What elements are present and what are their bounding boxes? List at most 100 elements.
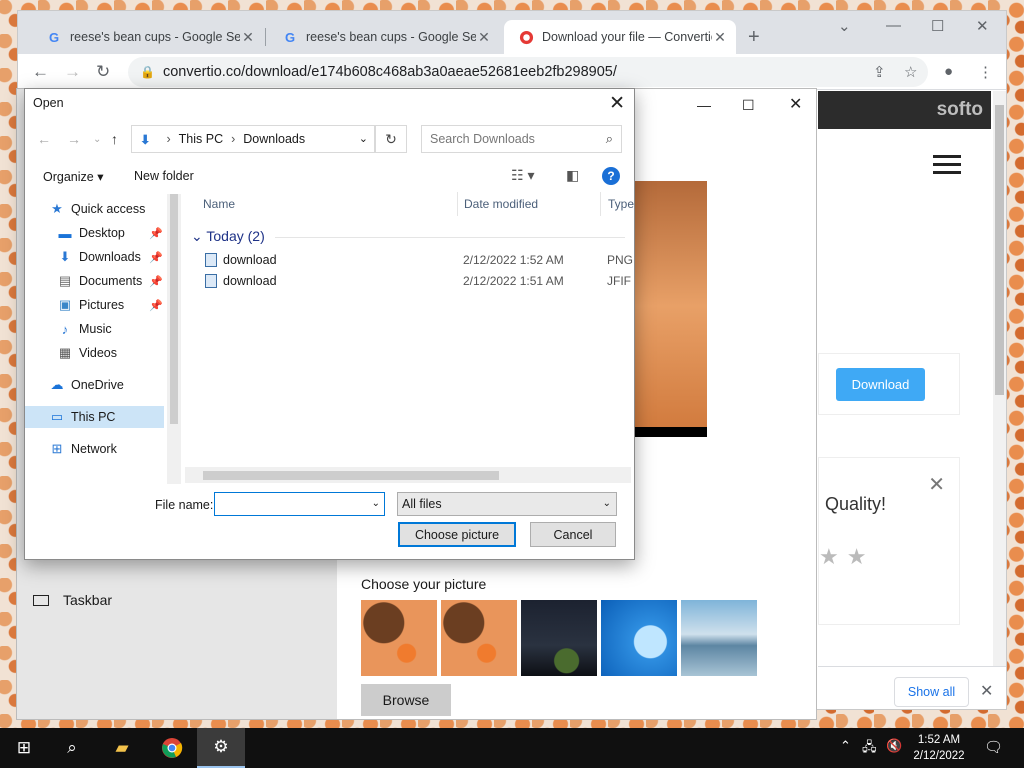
file-explorer-icon[interactable]: ▰ [98, 728, 146, 768]
group-header-today[interactable]: ⌄ Today (2) [191, 228, 265, 245]
sidebar-item-documents[interactable]: ▤ Documents 📌 [57, 270, 163, 292]
close-window-icon[interactable]: ✕ [976, 17, 989, 35]
tab-search-icon[interactable]: ⌄ [838, 17, 851, 35]
picture-thumbnails [361, 600, 757, 676]
sidebar-item-this-pc[interactable]: ▭ This PC [25, 406, 164, 428]
chevron-down-icon[interactable]: ⌄ [372, 498, 380, 509]
close-tab-icon[interactable]: ✕ [476, 29, 492, 45]
volume-muted-icon[interactable]: 🔇 [886, 738, 902, 754]
choose-picture-button[interactable]: Choose picture [398, 522, 516, 547]
view-options-icon[interactable]: ☷ ▾ [511, 167, 534, 184]
file-type-select[interactable]: All files ⌄ [397, 492, 617, 516]
network-icon: ⊞ [51, 441, 63, 456]
column-type[interactable]: Type [608, 192, 634, 216]
picture-thumbnail[interactable] [441, 600, 517, 676]
sidebar-item-videos[interactable]: ▦ Videos [57, 342, 117, 364]
reload-icon[interactable]: ↻ [96, 62, 110, 82]
google-icon: G [284, 29, 296, 45]
chevron-down-icon[interactable]: ⌄ [359, 132, 368, 145]
close-tab-icon[interactable]: ✕ [712, 29, 728, 45]
search-placeholder: Search Downloads [430, 132, 535, 146]
clock-date: 2/12/2022 [913, 750, 965, 762]
sidebar-item-desktop[interactable]: ▬ Desktop 📌 [57, 222, 163, 244]
download-button[interactable]: Download [836, 368, 925, 401]
organize-button[interactable]: Organize ▾ [43, 169, 103, 184]
column-date-modified[interactable]: Date modified [464, 192, 538, 216]
picture-thumbnail[interactable] [521, 600, 597, 676]
help-icon[interactable]: ? [602, 167, 620, 185]
image-file-icon [205, 274, 217, 288]
sidebar-item-music[interactable]: ♪ Music [57, 318, 112, 340]
forward-icon[interactable]: → [64, 62, 81, 82]
chrome-icon[interactable] [148, 728, 196, 768]
recent-locations-icon[interactable]: ⌄ [93, 134, 101, 145]
minimize-icon[interactable]: — [886, 17, 901, 34]
settings-gear-icon[interactable]: ⚙ [197, 728, 245, 768]
system-clock[interactable]: 1:52 AM 2/12/2022 [905, 732, 973, 764]
pictures-icon: ▣ [58, 297, 72, 312]
browser-toolbar: ← → ↻ 🔒 convertio.co/download/e174b608c4… [18, 54, 1006, 90]
bookmark-star-icon[interactable]: ☆ [904, 63, 917, 81]
chevron-down-icon: ⌄ [602, 498, 611, 509]
chevron-up-icon[interactable]: ⌃ [840, 738, 851, 754]
menu-kebab-icon[interactable]: ⋮ [978, 63, 993, 81]
notifications-icon[interactable]: 🗨 [984, 738, 1003, 756]
new-folder-button[interactable]: New folder [134, 169, 194, 183]
close-shelf-icon[interactable]: ✕ [980, 681, 993, 701]
tab-google-search-2[interactable]: G reese's bean cups - Google Sear ✕ [268, 20, 500, 54]
nav-scrollbar[interactable] [167, 194, 181, 484]
picture-thumbnail[interactable] [601, 600, 677, 676]
hamburger-menu-icon[interactable] [933, 155, 961, 175]
close-tab-icon[interactable]: ✕ [240, 29, 256, 45]
sidebar-item-taskbar[interactable]: Taskbar [33, 592, 112, 608]
column-name[interactable]: Name [203, 192, 235, 216]
tab-convertio[interactable]: Download your file — Convertio ✕ [504, 20, 736, 54]
desktop-icon: ▬ [58, 225, 72, 241]
maximize-icon[interactable]: ☐ [931, 17, 944, 35]
new-tab-button[interactable]: + [748, 26, 760, 49]
picture-thumbnail[interactable] [361, 600, 437, 676]
up-folder-icon[interactable]: ↑ [111, 131, 118, 147]
forward-icon[interactable]: → [67, 131, 81, 147]
network-tray-icon[interactable]: 🖧 [862, 738, 877, 760]
profile-icon[interactable]: ● [944, 63, 953, 80]
tab-google-search-1[interactable]: G reese's bean cups - Google Sear ✕ [32, 20, 264, 54]
quality-text: Quality! [825, 494, 887, 514]
maximize-icon[interactable]: ☐ [742, 97, 755, 114]
breadcrumb-item[interactable]: This PC [179, 132, 223, 146]
close-window-icon[interactable]: ✕ [789, 94, 802, 114]
rating-stars[interactable]: ★★ [819, 544, 874, 570]
search-input[interactable]: Search Downloads ⌕ [421, 125, 622, 153]
back-icon[interactable]: ← [37, 131, 51, 147]
minimize-icon[interactable]: — [697, 97, 711, 113]
breadcrumb-item[interactable]: Downloads [243, 132, 305, 146]
list-item[interactable]: download 2/12/2022 1:52 AM PNG [205, 250, 635, 270]
refresh-icon[interactable]: ↻ [375, 125, 407, 153]
brand-logo[interactable]: softo [937, 99, 983, 121]
preview-pane-icon[interactable]: ◧ [566, 167, 579, 184]
file-name-input[interactable]: ⌄ [214, 492, 385, 516]
cloud-icon: ☁ [50, 377, 64, 392]
tab-strip: G reese's bean cups - Google Sear ✕ G re… [18, 11, 1006, 54]
picture-thumbnail[interactable] [681, 600, 757, 676]
lock-icon: 🔒 [140, 65, 155, 79]
close-popup-icon[interactable]: ✕ [928, 472, 945, 497]
cancel-button[interactable]: Cancel [530, 522, 616, 547]
list-item[interactable]: download 2/12/2022 1:51 AM JFIF F [205, 271, 635, 291]
sidebar-item-onedrive[interactable]: ☁ OneDrive [49, 374, 124, 396]
address-bar[interactable]: 🔒 convertio.co/download/e174b608c468ab3a… [128, 57, 928, 87]
sidebar-item-downloads[interactable]: ⬇ Downloads 📌 [57, 246, 163, 268]
share-icon[interactable]: ⇪ [873, 63, 886, 81]
start-icon[interactable]: ⊞ [0, 728, 48, 768]
breadcrumb[interactable]: ⬇ › This PC › Downloads ⌄ [131, 125, 375, 153]
sidebar-item-quick-access[interactable]: ★ Quick access [49, 198, 145, 220]
back-icon[interactable]: ← [32, 62, 49, 82]
search-icon[interactable]: ⌕ [48, 728, 96, 768]
show-all-button[interactable]: Show all [894, 677, 969, 707]
sidebar-item-pictures[interactable]: ▣ Pictures 📌 [57, 294, 163, 316]
sidebar-item-network[interactable]: ⊞ Network [49, 438, 117, 460]
page-scrollbar[interactable] [993, 91, 1006, 666]
close-dialog-icon[interactable]: ✕ [609, 92, 625, 115]
browse-button[interactable]: Browse [361, 684, 451, 716]
horizontal-scrollbar[interactable] [185, 467, 631, 483]
